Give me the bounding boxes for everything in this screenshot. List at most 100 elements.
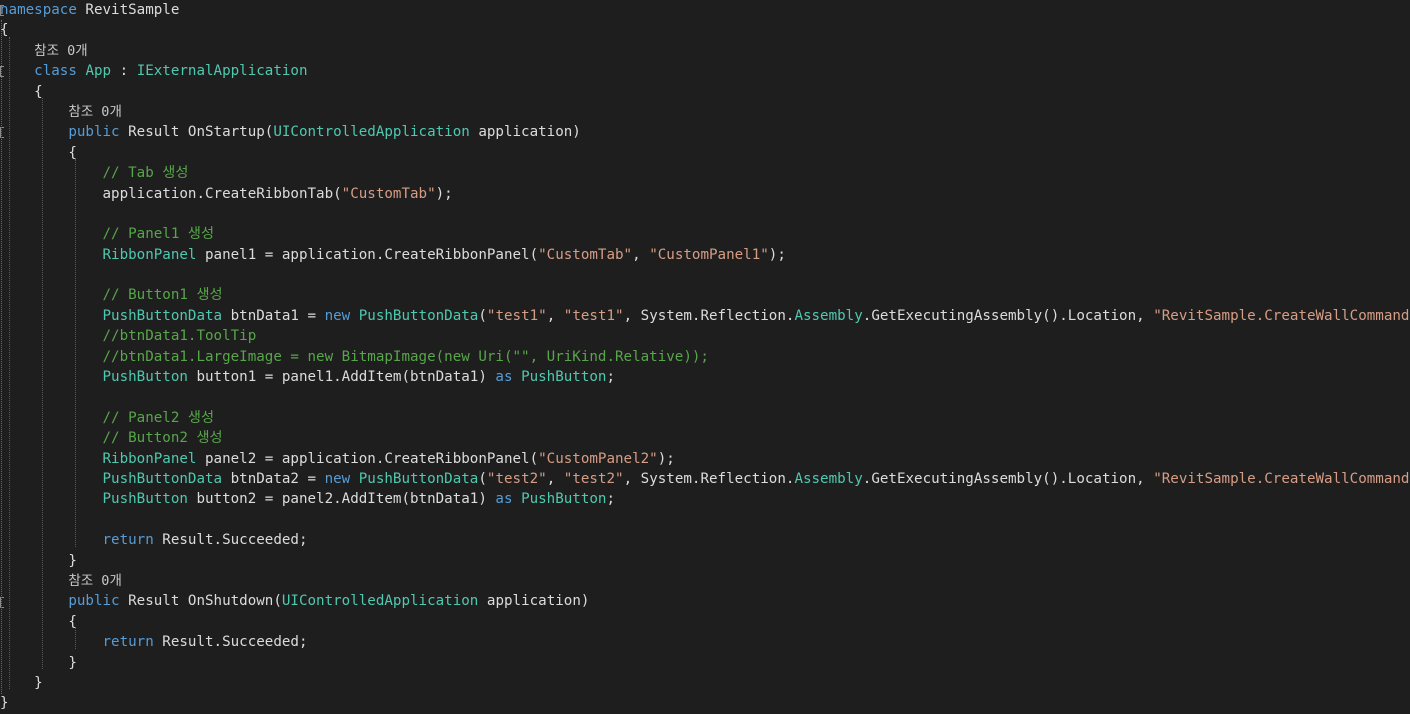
comment-text: // Panel1 생성 [102,226,215,243]
code-line[interactable]: // Panel2 생성 [0,408,1410,428]
code-token: , [632,246,650,263]
code-line[interactable]: // Panel1 생성 [0,224,1410,244]
code-line[interactable]: PushButtonData btnData1 = new PushButton… [0,306,1410,326]
code-line[interactable]: } [0,673,1410,693]
code-line[interactable]: return Result.Succeeded; [0,530,1410,550]
string-literal: "test1" [563,307,624,324]
string-literal: "CustomTab" [538,246,633,263]
code-line[interactable] [0,387,1410,407]
code-line[interactable]: PushButton button2 = panel2.AddItem(btnD… [0,489,1410,509]
code-token: , [546,470,564,487]
code-line[interactable]: namespace RevitSample [0,0,1410,20]
keyword-token: as [495,491,513,508]
type-token: PushButton [102,491,188,508]
code-line[interactable]: return Result.Succeeded; [0,632,1410,652]
code-line[interactable] [0,510,1410,530]
code-token: ( [478,307,487,324]
code-line[interactable]: { [0,143,1410,163]
code-token: Result.Succeeded; [153,634,308,651]
code-line[interactable]: // Button1 생성 [0,285,1410,305]
keyword-token: class [34,63,77,80]
code-token: , System.Reflection. [623,470,795,487]
string-literal: "RevitSample.CreateWallCommand" [1153,307,1410,324]
type-token: Assembly [794,307,863,324]
type-token: PushButton [521,491,607,508]
type-token: RibbonPanel [102,450,197,467]
codelens-reference-count[interactable]: 참조 0개 [68,573,122,589]
code-line[interactable]: PushButtonData btnData2 = new PushButton… [0,469,1410,489]
code-line[interactable]: //btnData1.ToolTip [0,326,1410,346]
code-line[interactable]: application.CreateRibbonTab("CustomTab")… [0,184,1410,204]
code-token: ; [606,369,616,386]
codelens-reference-count[interactable]: 참조 0개 [34,43,88,59]
code-line[interactable]: PushButton button1 = panel1.AddItem(btnD… [0,367,1410,387]
code-line[interactable]: public Result OnShutdown(UIControlledApp… [0,591,1410,611]
code-editor[interactable]: namespace RevitSample { 참조 0개 class App :… [0,0,1410,714]
string-literal: "test2" [563,470,624,487]
code-line[interactable]: // Button2 생성 [0,428,1410,448]
comment-text: // Panel2 생성 [102,409,215,426]
string-literal: "CustomTab" [341,185,436,202]
code-line[interactable]: RibbonPanel panel1 = application.CreateR… [0,245,1410,265]
code-line[interactable]: { [0,612,1410,632]
code-token: } [0,674,43,691]
type-token: UIControlledApplication [273,124,470,141]
type-token: App [85,63,112,80]
type-token: PushButton [102,369,188,386]
keyword-token: new [324,470,351,487]
code-token: ); [768,246,786,263]
code-line[interactable]: class App : IExternalApplication [0,61,1410,81]
code-token: Result OnShutdown( [119,593,282,610]
keyword-token: public [68,593,120,610]
keyword-token: return [102,634,154,651]
codelens-reference-count[interactable]: 참조 0개 [68,104,122,120]
type-token: PushButtonData [358,307,479,324]
keyword-token: namespace [0,2,77,18]
code-line[interactable]: 참조 0개 [0,571,1410,591]
code-token: , [546,307,564,324]
code-line[interactable]: { [0,82,1410,102]
code-line[interactable]: { [0,20,1410,40]
code-line[interactable]: } [0,653,1410,673]
code-line[interactable]: // Tab 생성 [0,163,1410,183]
type-token: IExternalApplication [136,63,308,80]
code-token: application) [478,593,590,610]
code-token: ; [606,491,616,508]
code-token: } [0,695,9,712]
code-token: { [0,144,77,161]
string-literal: "test2" [486,470,547,487]
code-text-area[interactable]: namespace RevitSample { 참조 0개 class App :… [0,0,1410,714]
comment-text: // Button2 생성 [102,430,223,447]
code-token: { [0,83,43,100]
code-token: ( [478,470,487,487]
code-token: } [0,654,77,671]
code-token: btnData2 = [222,470,325,487]
code-line[interactable]: 참조 0개 [0,41,1410,61]
code-line[interactable]: RibbonPanel panel2 = application.CreateR… [0,449,1410,469]
code-line[interactable]: 참조 0개 [0,102,1410,122]
code-line[interactable]: //btnData1.LargeImage = new BitmapImage(… [0,347,1410,367]
code-line[interactable]: } [0,693,1410,713]
code-line[interactable] [0,204,1410,224]
keyword-token: public [68,124,120,141]
type-token: UIControlledApplication [281,593,479,610]
code-token: ); [435,185,453,202]
code-line[interactable]: public Result OnStartup(UIControlledAppl… [0,122,1410,142]
comment-text: // Tab 생성 [102,165,189,182]
type-token: RibbonPanel [102,246,197,263]
code-line[interactable] [0,265,1410,285]
code-line[interactable]: } [0,551,1410,571]
string-literal: "CustomPanel2" [538,450,658,467]
code-token: { [0,613,77,630]
